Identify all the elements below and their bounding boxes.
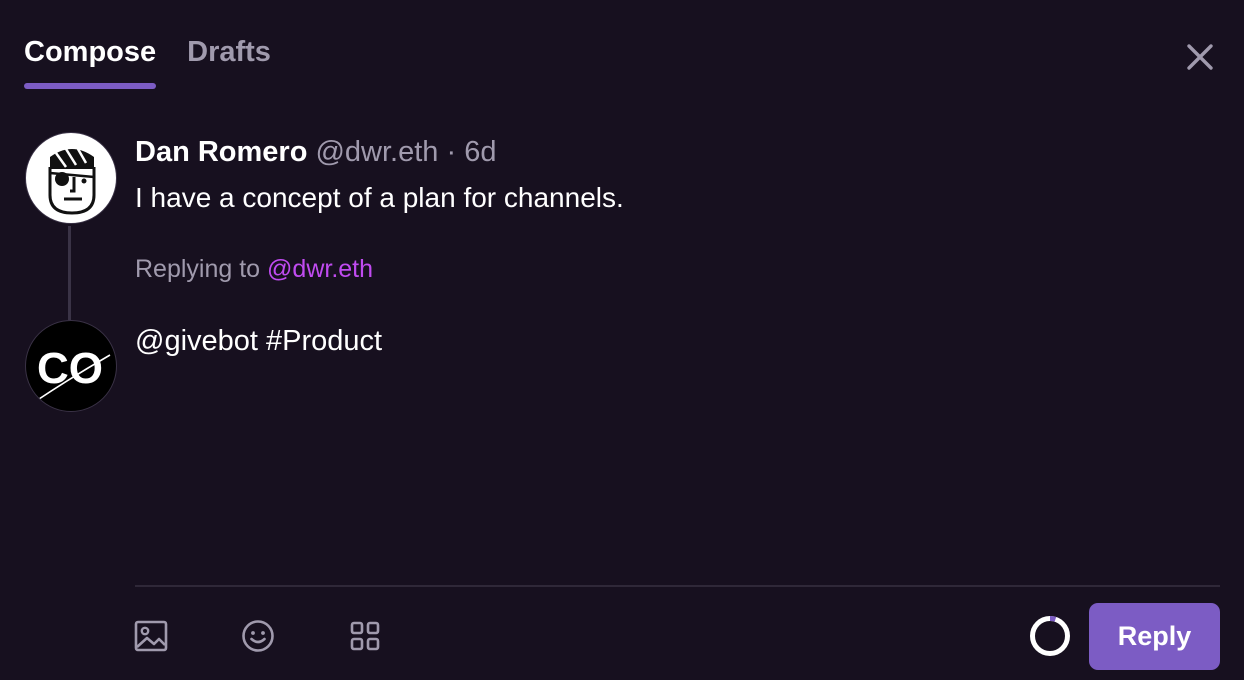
composer-avatar-art: CO	[35, 344, 111, 402]
compose-tabs: Compose Drafts	[24, 36, 271, 89]
composer-avatar[interactable]: CO	[25, 320, 117, 412]
toolbar-divider	[135, 585, 1220, 587]
replying-prefix: Replying to	[135, 255, 268, 283]
author-handle[interactable]: @dwr.eth	[315, 136, 438, 168]
compose-input[interactable]: @givebot #Product	[135, 325, 382, 358]
tab-compose[interactable]: Compose	[24, 36, 157, 89]
cast-age: · 6d	[446, 136, 497, 168]
parent-author-avatar[interactable]	[25, 132, 117, 224]
replying-mention[interactable]: @dwr.eth	[267, 255, 373, 283]
image-icon[interactable]	[134, 619, 168, 653]
replying-to-line: Replying to @dwr.eth	[135, 255, 373, 284]
close-icon[interactable]	[1183, 40, 1217, 74]
pirate-avatar-icon	[48, 148, 96, 215]
parent-author-line: Dan Romero @dwr.eth · 6d	[135, 136, 496, 169]
emoji-icon[interactable]	[241, 619, 275, 653]
character-counter-ring	[1030, 616, 1070, 656]
author-name[interactable]: Dan Romero	[135, 136, 307, 168]
parent-cast-text: I have a concept of a plan for channels.	[135, 182, 624, 213]
thread-connector	[68, 226, 71, 320]
reply-button[interactable]: Reply	[1089, 603, 1220, 670]
tab-drafts[interactable]: Drafts	[187, 36, 271, 89]
grid-icon[interactable]	[348, 619, 382, 653]
avatar-logo-letters: CO	[37, 344, 103, 393]
